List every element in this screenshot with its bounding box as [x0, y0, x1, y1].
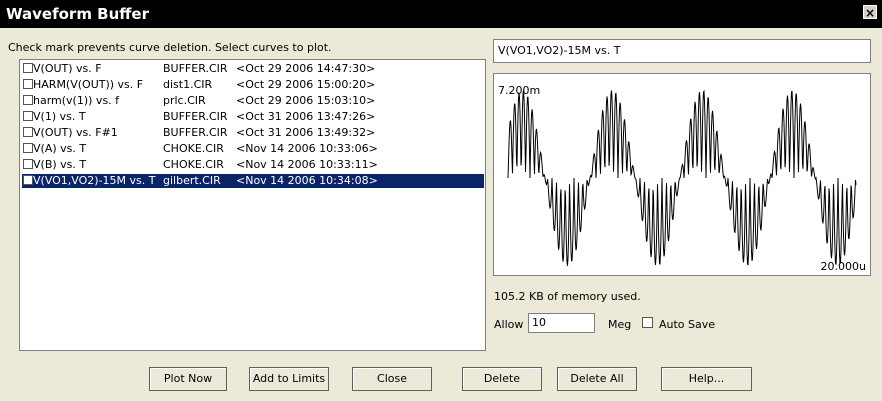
close-button[interactable]: Close: [352, 367, 432, 391]
curve-date: <Oct 31 2006 13:49:32>: [236, 126, 376, 139]
curve-name: V(OUT) vs. F#1: [33, 126, 118, 139]
curve-name: V(1) vs. T: [33, 110, 86, 123]
help-button[interactable]: Help...: [661, 367, 752, 391]
curve-date: <Oct 29 2006 15:03:10>: [236, 94, 376, 107]
y-max-label: 7.200m: [498, 84, 541, 97]
auto-save-label: Auto Save: [659, 318, 716, 331]
curve-list[interactable]: V(OUT) vs. F BUFFER.CIR <Oct 29 2006 14:…: [19, 59, 486, 351]
curve-name: V(OUT) vs. F: [33, 62, 102, 75]
title-bar: Waveform Buffer ×: [0, 0, 882, 28]
keep-checkbox[interactable]: [23, 127, 33, 137]
keep-checkbox[interactable]: [23, 175, 33, 185]
keep-checkbox[interactable]: [23, 95, 33, 105]
waveform-trace: [507, 89, 857, 266]
curve-name: V(VO1,VO2)-15M vs. T: [33, 174, 156, 187]
allow-unit-label: Meg: [608, 318, 632, 331]
selected-curve-name: V(VO1,VO2)-15M vs. T: [493, 39, 871, 63]
memory-usage-text: 105.2 KB of memory used.: [494, 290, 641, 303]
keep-checkbox[interactable]: [23, 111, 33, 121]
list-item-selected[interactable]: V(VO1,VO2)-15M vs. T gilbert.CIR <Nov 14…: [22, 174, 484, 188]
plot-now-button[interactable]: Plot Now: [149, 367, 227, 391]
waveform-path: [507, 89, 857, 266]
curve-file: CHOKE.CIR: [163, 158, 224, 171]
curve-file: dist1.CIR: [163, 78, 213, 91]
curve-name: V(B) vs. T: [33, 158, 87, 171]
list-item[interactable]: V(1) vs. T BUFFER.CIR <Oct 31 2006 13:47…: [22, 110, 484, 124]
curve-file: gilbert.CIR: [163, 174, 221, 187]
keep-checkbox[interactable]: [23, 143, 33, 153]
delete-button[interactable]: Delete: [462, 367, 542, 391]
curve-file: BUFFER.CIR: [163, 62, 228, 75]
allow-memory-input[interactable]: 10: [528, 313, 595, 333]
curve-file: BUFFER.CIR: [163, 126, 228, 139]
list-item[interactable]: V(OUT) vs. F#1 BUFFER.CIR <Oct 31 2006 1…: [22, 126, 484, 140]
delete-all-button[interactable]: Delete All: [557, 367, 637, 391]
curve-date: <Nov 14 2006 10:34:08>: [236, 174, 378, 187]
keep-checkbox[interactable]: [23, 159, 33, 169]
curve-date: <Nov 14 2006 10:33:06>: [236, 142, 378, 155]
curve-date: <Oct 29 2006 14:47:30>: [236, 62, 376, 75]
list-item[interactable]: V(OUT) vs. F BUFFER.CIR <Oct 29 2006 14:…: [22, 62, 484, 76]
x-max-label: 20.000u: [820, 260, 866, 273]
curve-date: <Oct 31 2006 13:47:26>: [236, 110, 376, 123]
curve-date: <Oct 29 2006 15:00:20>: [236, 78, 376, 91]
list-item[interactable]: harm(v(1)) vs. f prlc.CIR <Oct 29 2006 1…: [22, 94, 484, 108]
curve-name: V(A) vs. T: [33, 142, 87, 155]
window-title: Waveform Buffer: [6, 5, 149, 23]
list-item[interactable]: HARM(V(OUT)) vs. F dist1.CIR <Oct 29 200…: [22, 78, 484, 92]
close-icon[interactable]: ×: [863, 5, 877, 20]
instruction-text: Check mark prevents curve deletion. Sele…: [8, 41, 332, 54]
list-item[interactable]: V(A) vs. T CHOKE.CIR <Nov 14 2006 10:33:…: [22, 142, 484, 156]
curve-file: BUFFER.CIR: [163, 110, 228, 123]
add-to-limits-button[interactable]: Add to Limits: [249, 367, 329, 391]
curve-name: HARM(V(OUT)) vs. F: [33, 78, 144, 91]
curve-date: <Nov 14 2006 10:33:11>: [236, 158, 378, 171]
auto-save-checkbox[interactable]: [642, 317, 653, 328]
curve-file: CHOKE.CIR: [163, 142, 224, 155]
curve-file: prlc.CIR: [163, 94, 206, 107]
waveform-preview: 7.200m 20.000u: [493, 73, 871, 276]
allow-label: Allow: [494, 318, 524, 331]
curve-name: harm(v(1)) vs. f: [33, 94, 120, 107]
keep-checkbox[interactable]: [23, 63, 33, 73]
keep-checkbox[interactable]: [23, 79, 33, 89]
list-item[interactable]: V(B) vs. T CHOKE.CIR <Nov 14 2006 10:33:…: [22, 158, 484, 172]
